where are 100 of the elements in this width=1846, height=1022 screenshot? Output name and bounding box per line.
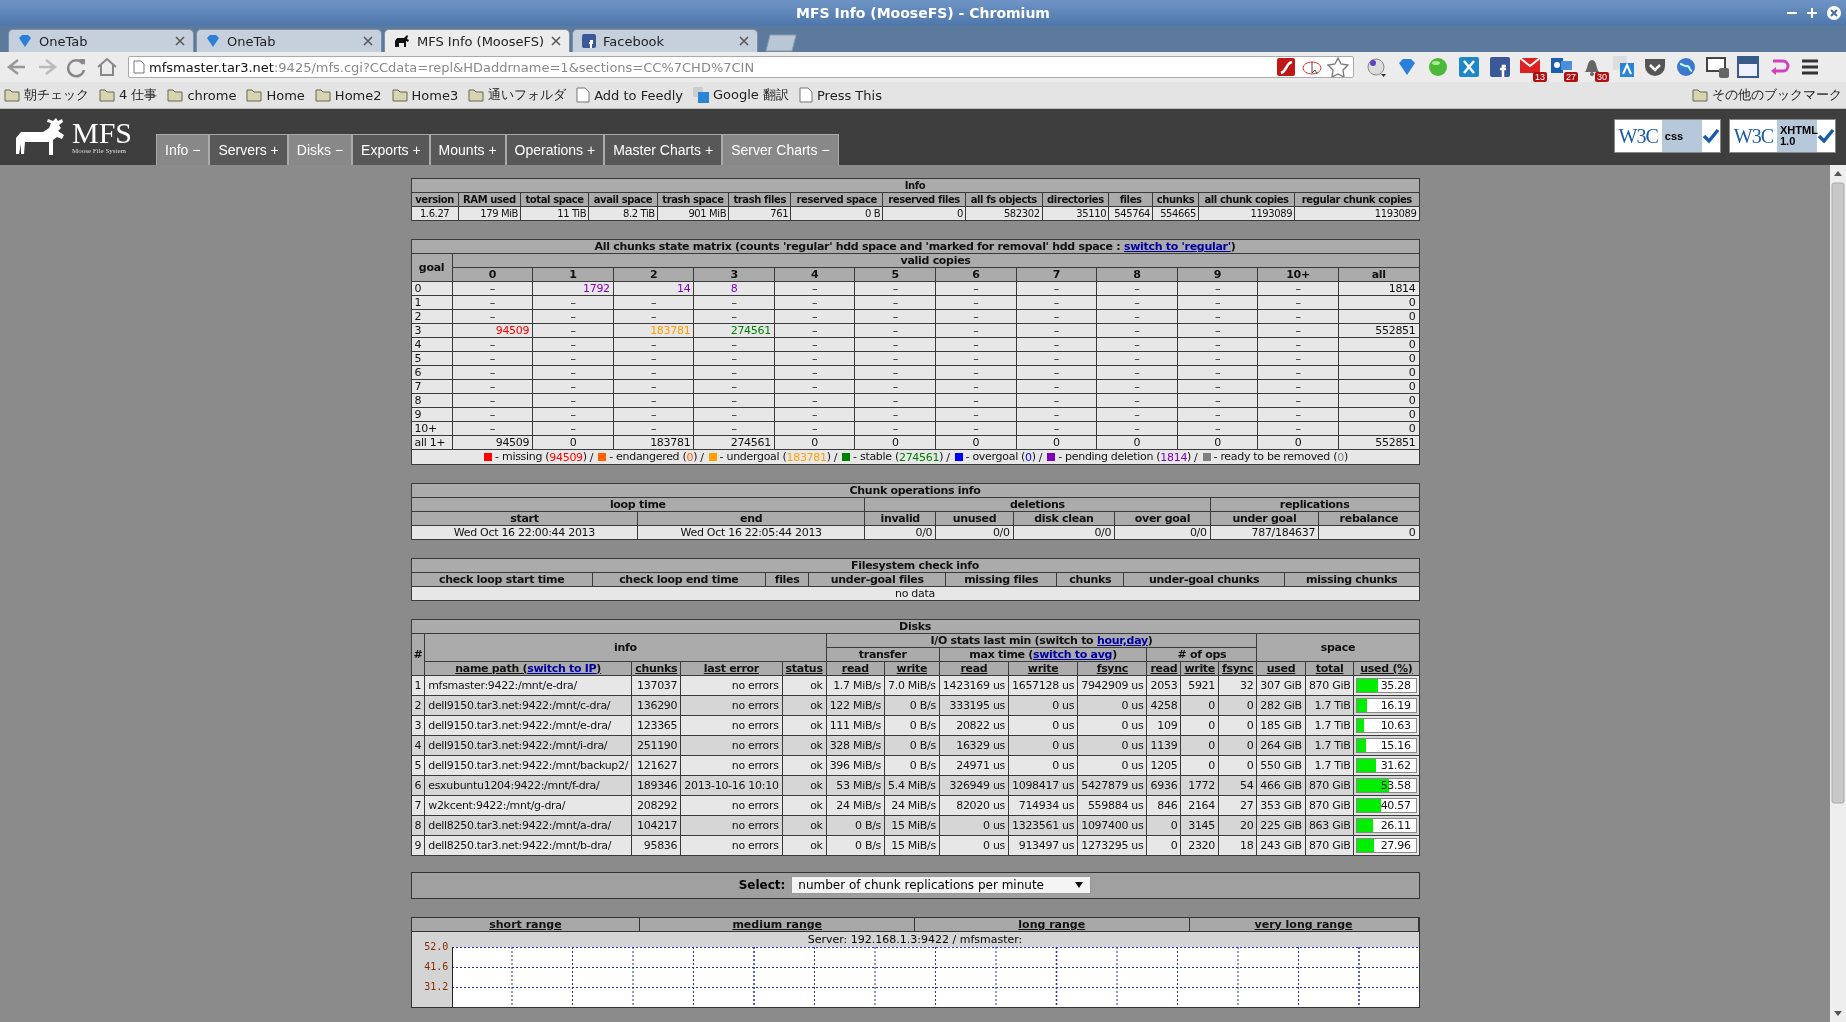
gem-icon	[205, 33, 221, 49]
legend-label: - pending deletion (1814)	[1058, 450, 1192, 464]
usage-percent: 35.28	[1380, 678, 1411, 692]
close-icon[interactable]	[175, 36, 185, 46]
column-header: info	[424, 633, 827, 662]
monitor-icon[interactable]	[1705, 55, 1731, 79]
table-title: Filesystem check info	[411, 558, 1419, 573]
range-tab[interactable]: very long range	[1189, 917, 1419, 932]
usage-percent: 10.63	[1380, 718, 1411, 732]
column-header: goal	[411, 253, 453, 282]
bookmark[interactable]: chrome	[167, 87, 237, 103]
close-icon[interactable]	[739, 36, 749, 46]
bookmark[interactable]: その他のブックマーク	[1692, 86, 1842, 104]
close-icon[interactable]	[363, 36, 373, 46]
check-icon	[1817, 128, 1835, 144]
table-cell: 1	[411, 675, 425, 696]
chart-title: Server: 192.168.1.3:9422 / mfsmaster:	[807, 931, 1023, 947]
legend-separator: /	[1038, 450, 1043, 464]
table-title: All chunks state matrix (counts 'regular' hdd space and 'marked for removal' hdd space : switch to 'regular')	[411, 239, 1419, 254]
square-icon	[581, 33, 597, 49]
switch-link[interactable]: switch to 'regular'	[1123, 240, 1231, 253]
address-bar[interactable]: mfsmaster.tar3.net:9425/mfs.cgi?CCdata=repl&HDaddrname=1&sections=CC%7CHD%7CIN	[128, 56, 1354, 78]
table-cell: 7	[411, 795, 425, 816]
table-cell: 5	[411, 755, 425, 776]
cross-icon[interactable]	[1457, 55, 1481, 79]
folder-icon	[468, 88, 485, 102]
bookmark[interactable]: Home3	[391, 87, 459, 103]
menu-tab[interactable]: Disks −	[287, 134, 353, 165]
browser-tab[interactable]: Facebook	[572, 29, 758, 52]
moose-icon	[393, 33, 411, 49]
scrollbar[interactable]	[1830, 165, 1846, 1022]
dial-icon[interactable]	[1364, 55, 1388, 79]
legend-label: - endangered (0)	[609, 450, 698, 464]
bookmark[interactable]: Add to Feedly	[576, 87, 683, 103]
new-tab-button[interactable]	[764, 34, 798, 52]
switch-link[interactable]: switch to avg	[1033, 647, 1113, 661]
bookmark[interactable]: Home2	[314, 87, 382, 103]
maximize-icon[interactable]	[1806, 7, 1818, 19]
bookmark[interactable]: 朝チェック	[4, 86, 89, 104]
star-icon[interactable]	[1327, 57, 1349, 77]
folder-icon	[4, 88, 20, 102]
close-icon[interactable]	[551, 36, 561, 46]
table-title: Disks	[411, 619, 1419, 634]
switch-link[interactable]: hour,day	[1096, 633, 1148, 647]
legend-label: - ready to be removed (0)	[1213, 450, 1348, 464]
range-tab[interactable]: long range	[915, 917, 1190, 932]
legend-separator: /	[946, 450, 950, 464]
select-label: Select:	[738, 878, 786, 893]
browser-tab[interactable]: OneTab	[8, 29, 194, 52]
window-title: MFS Info (MooseFS) - Chromium	[796, 5, 1050, 21]
window-icon[interactable]	[1736, 55, 1760, 79]
folder-icon	[246, 88, 263, 102]
legend-separator: /	[700, 450, 704, 464]
legend-label: - missing (94509)	[495, 450, 587, 464]
validator-badge[interactable]: W3C css	[1613, 119, 1721, 153]
menu-tab[interactable]: Servers +	[209, 134, 288, 165]
folder-icon	[314, 88, 331, 102]
folder-icon	[391, 88, 408, 102]
url-text: mfsmaster.tar3.net:9425/mfs.cgi?CCdata=repl&HDaddrname=1&sections=CC%7CHD%7CIN	[149, 59, 756, 75]
legend-separator: /	[833, 450, 838, 464]
chart-dropdown[interactable]: number of chunk replications per minute	[791, 876, 1092, 895]
bookmark[interactable]: 通いフォルダ	[468, 86, 567, 104]
folder-icon	[1692, 88, 1708, 102]
bookmark[interactable]: Home	[246, 87, 305, 103]
flash-icon[interactable]	[1275, 57, 1297, 77]
browser-tab[interactable]: MFS Info (MooseFS)	[384, 29, 570, 52]
usage-percent: 15.16	[1380, 738, 1411, 752]
gem-icon	[17, 33, 33, 49]
usage-percent: 27.96	[1380, 838, 1411, 852]
square-icon[interactable]	[1488, 55, 1512, 79]
switch-link[interactable]: switch to IP	[527, 661, 597, 675]
browser-tab[interactable]: OneTab	[196, 29, 382, 52]
axis-label: 41.6	[423, 960, 449, 974]
check-icon	[1701, 128, 1720, 144]
usage-percent: 31.62	[1380, 758, 1411, 772]
globe-icon[interactable]	[1674, 55, 1698, 79]
usage-percent: 16.19	[1380, 698, 1411, 712]
table-title: Chunk operations info	[411, 483, 1419, 498]
menu-tab[interactable]: Master Charts +	[604, 134, 723, 165]
axis-label: 31.2	[423, 980, 449, 994]
menu-tab[interactable]: Exports +	[352, 134, 430, 165]
close-icon[interactable]	[1826, 5, 1842, 21]
bookmark[interactable]: Google 翻訳	[693, 86, 789, 104]
page-icon	[576, 87, 591, 103]
axis-label: 52.0	[423, 940, 449, 954]
range-tab[interactable]: short range	[411, 917, 641, 932]
bookmark[interactable]: Press This	[799, 87, 882, 103]
count-badge: 13	[1533, 72, 1547, 82]
count-badge: 30	[1595, 72, 1609, 82]
folder-icon	[167, 88, 184, 102]
page-icon	[799, 87, 813, 103]
bookmark[interactable]: 4 仕事	[99, 86, 158, 104]
table-cell: 6	[411, 775, 425, 796]
menu-tab[interactable]: Mounts +	[429, 134, 506, 165]
range-tab[interactable]: medium range	[640, 917, 915, 932]
menu-tab[interactable]: Info −	[156, 134, 210, 165]
menu-tab[interactable]: Operations +	[505, 134, 605, 165]
usage-percent: 26.11	[1380, 818, 1411, 832]
translate-icon[interactable]	[1612, 55, 1636, 79]
menu-tab[interactable]: Server Charts −	[722, 134, 839, 165]
